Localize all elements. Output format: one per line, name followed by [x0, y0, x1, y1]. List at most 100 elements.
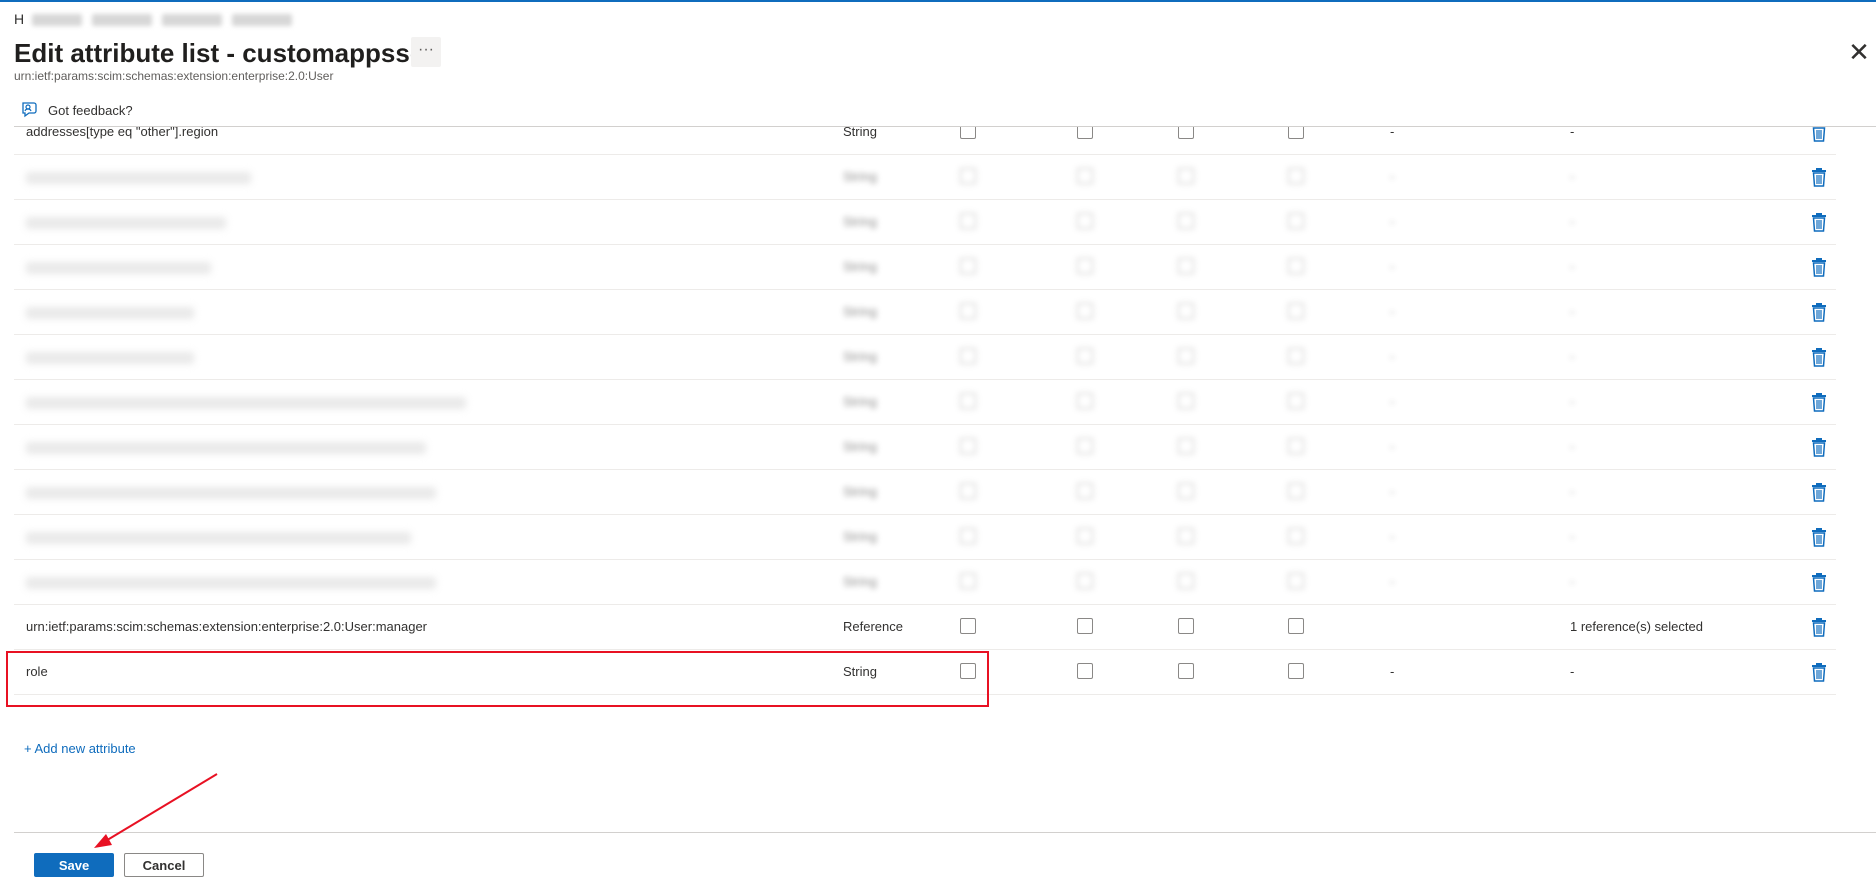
save-button[interactable]: Save	[34, 853, 114, 877]
referenced-object-cell[interactable]: -	[1570, 514, 1574, 559]
exact-case-checkbox[interactable]	[1288, 348, 1304, 364]
more-options-button[interactable]: ···	[411, 37, 441, 67]
required-checkbox[interactable]	[1077, 393, 1093, 409]
attribute-type[interactable]: String	[843, 514, 877, 559]
api-expression-cell[interactable]: -	[1390, 289, 1394, 334]
feedback-link[interactable]: Got feedback?	[20, 100, 133, 120]
exact-case-checkbox[interactable]	[1288, 303, 1304, 319]
referenced-object-cell[interactable]: 1 reference(s) selected	[1570, 604, 1703, 649]
api-expression-cell[interactable]: -	[1390, 424, 1394, 469]
exact-case-checkbox[interactable]	[1288, 168, 1304, 184]
delete-icon[interactable]	[1810, 572, 1828, 592]
exact-case-checkbox[interactable]	[1288, 127, 1304, 139]
required-checkbox[interactable]	[1077, 303, 1093, 319]
referenced-object-cell[interactable]: -	[1570, 649, 1574, 694]
referenced-object-cell[interactable]: -	[1570, 289, 1574, 334]
required-checkbox[interactable]	[1077, 618, 1093, 634]
api-expression-cell[interactable]: -	[1390, 514, 1394, 559]
delete-icon[interactable]	[1810, 212, 1828, 232]
attribute-type[interactable]: String	[843, 127, 877, 154]
required-checkbox[interactable]	[1077, 663, 1093, 679]
delete-icon[interactable]	[1810, 437, 1828, 457]
attribute-type[interactable]: String	[843, 154, 877, 199]
required-checkbox[interactable]	[1077, 483, 1093, 499]
required-checkbox[interactable]	[1077, 438, 1093, 454]
primary-key-checkbox[interactable]	[960, 573, 976, 589]
api-expression-cell[interactable]: -	[1390, 154, 1394, 199]
referenced-object-cell[interactable]: -	[1570, 379, 1574, 424]
primary-key-checkbox[interactable]	[960, 127, 976, 139]
exact-case-checkbox[interactable]	[1288, 483, 1304, 499]
exact-case-checkbox[interactable]	[1288, 618, 1304, 634]
delete-icon[interactable]	[1810, 347, 1828, 367]
attribute-name[interactable]	[26, 199, 226, 244]
breadcrumb-home[interactable]: H	[14, 11, 24, 27]
multi-value-checkbox[interactable]	[1178, 528, 1194, 544]
api-expression-cell[interactable]: -	[1390, 379, 1394, 424]
add-new-attribute-link[interactable]: + Add new attribute	[24, 741, 136, 756]
attribute-name[interactable]	[26, 379, 466, 424]
exact-case-checkbox[interactable]	[1288, 438, 1304, 454]
multi-value-checkbox[interactable]	[1178, 438, 1194, 454]
delete-icon[interactable]	[1810, 257, 1828, 277]
primary-key-checkbox[interactable]	[960, 213, 976, 229]
referenced-object-cell[interactable]: -	[1570, 469, 1574, 514]
required-checkbox[interactable]	[1077, 573, 1093, 589]
exact-case-checkbox[interactable]	[1288, 393, 1304, 409]
attribute-name[interactable]	[26, 424, 426, 469]
required-checkbox[interactable]	[1077, 528, 1093, 544]
api-expression-cell[interactable]: -	[1390, 559, 1394, 604]
attribute-name[interactable]	[26, 559, 436, 604]
exact-case-checkbox[interactable]	[1288, 573, 1304, 589]
multi-value-checkbox[interactable]	[1178, 573, 1194, 589]
attribute-name[interactable]	[26, 514, 411, 559]
required-checkbox[interactable]	[1077, 168, 1093, 184]
api-expression-cell[interactable]: -	[1390, 199, 1394, 244]
exact-case-checkbox[interactable]	[1288, 213, 1304, 229]
multi-value-checkbox[interactable]	[1178, 393, 1194, 409]
referenced-object-cell[interactable]: -	[1570, 244, 1574, 289]
cancel-button[interactable]: Cancel	[124, 853, 204, 877]
delete-icon[interactable]	[1810, 392, 1828, 412]
api-expression-cell[interactable]: -	[1390, 244, 1394, 289]
multi-value-checkbox[interactable]	[1178, 663, 1194, 679]
exact-case-checkbox[interactable]	[1288, 663, 1304, 679]
delete-icon[interactable]	[1810, 127, 1828, 142]
delete-icon[interactable]	[1810, 662, 1828, 682]
attribute-name[interactable]	[26, 244, 211, 289]
multi-value-checkbox[interactable]	[1178, 618, 1194, 634]
attribute-type[interactable]: Reference	[843, 604, 903, 649]
attribute-type[interactable]: String	[843, 199, 877, 244]
api-expression-cell[interactable]: -	[1390, 127, 1394, 154]
close-icon[interactable]: ✕	[1848, 39, 1870, 65]
primary-key-checkbox[interactable]	[960, 168, 976, 184]
attribute-name[interactable]	[26, 469, 436, 514]
multi-value-checkbox[interactable]	[1178, 168, 1194, 184]
attribute-type[interactable]: String	[843, 379, 877, 424]
referenced-object-cell[interactable]: -	[1570, 154, 1574, 199]
delete-icon[interactable]	[1810, 482, 1828, 502]
delete-icon[interactable]	[1810, 302, 1828, 322]
required-checkbox[interactable]	[1077, 258, 1093, 274]
multi-value-checkbox[interactable]	[1178, 258, 1194, 274]
required-checkbox[interactable]	[1077, 213, 1093, 229]
primary-key-checkbox[interactable]	[960, 438, 976, 454]
delete-icon[interactable]	[1810, 617, 1828, 637]
exact-case-checkbox[interactable]	[1288, 258, 1304, 274]
referenced-object-cell[interactable]: -	[1570, 559, 1574, 604]
attribute-name[interactable]: urn:ietf:params:scim:schemas:extension:e…	[26, 604, 427, 649]
api-expression-cell[interactable]: -	[1390, 334, 1394, 379]
primary-key-checkbox[interactable]	[960, 258, 976, 274]
multi-value-checkbox[interactable]	[1178, 127, 1194, 139]
primary-key-checkbox[interactable]	[960, 483, 976, 499]
referenced-object-cell[interactable]: -	[1570, 199, 1574, 244]
attribute-name[interactable]	[26, 154, 251, 199]
delete-icon[interactable]	[1810, 527, 1828, 547]
referenced-object-cell[interactable]: -	[1570, 424, 1574, 469]
multi-value-checkbox[interactable]	[1178, 348, 1194, 364]
required-checkbox[interactable]	[1077, 127, 1093, 139]
primary-key-checkbox[interactable]	[960, 348, 976, 364]
referenced-object-cell[interactable]: -	[1570, 127, 1574, 154]
primary-key-checkbox[interactable]	[960, 528, 976, 544]
attribute-name[interactable]: addresses[type eq "other"].region	[26, 127, 218, 154]
